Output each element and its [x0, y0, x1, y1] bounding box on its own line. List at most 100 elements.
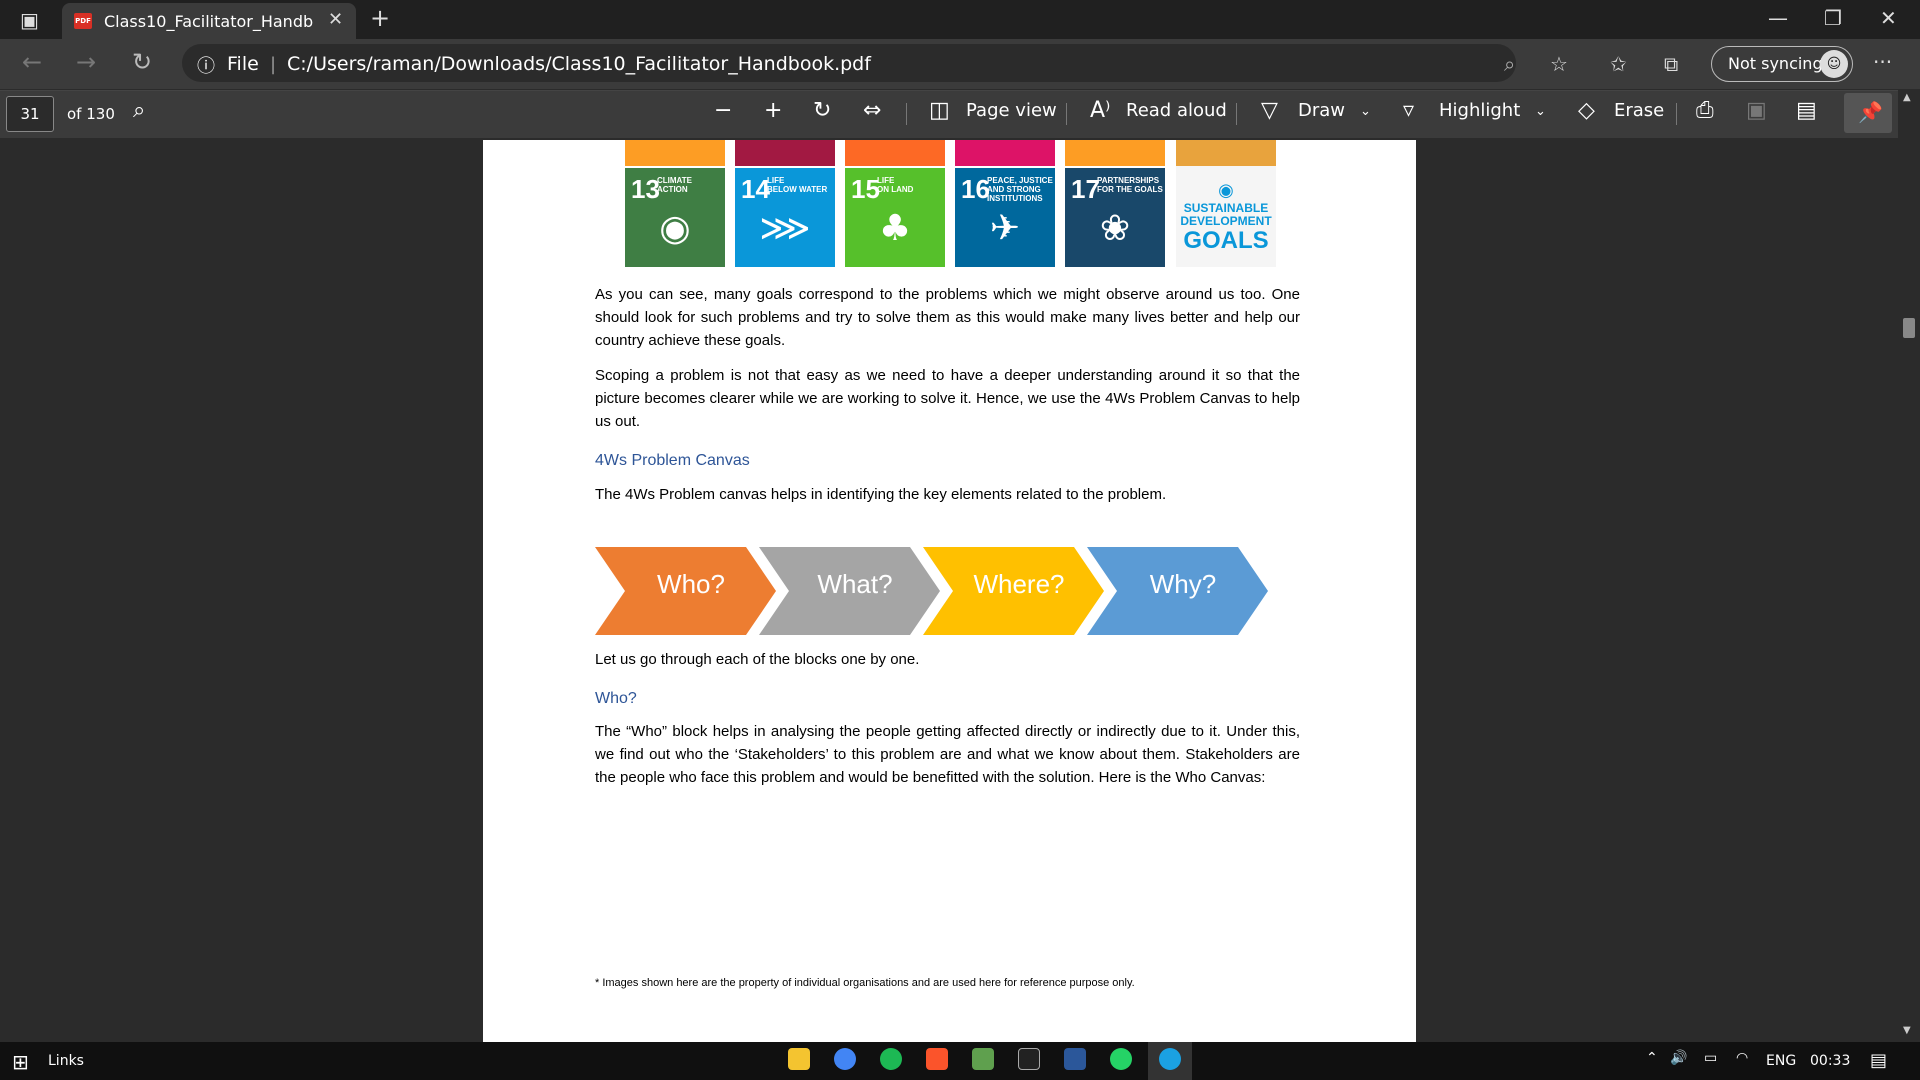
pin-icon: 📌 [1858, 100, 1883, 124]
search-icon[interactable]: ⌕ [133, 98, 145, 123]
add-favorite-icon[interactable]: ☆ [1550, 52, 1568, 76]
save-as-icon[interactable]: ▤ [1796, 98, 1817, 123]
eraser-icon[interactable]: ◇ [1578, 98, 1595, 123]
avatar: ☺ [1820, 50, 1848, 78]
restore-icon[interactable]: ❐ [1824, 6, 1842, 30]
read-aloud-icon[interactable]: A⁾ [1090, 98, 1110, 123]
highlight-icon[interactable]: ▿ [1403, 98, 1414, 123]
minimize-icon[interactable]: — [1768, 6, 1788, 30]
forward-icon[interactable]: → [76, 48, 96, 76]
collections-icon[interactable]: ⧉ [1664, 52, 1678, 76]
sdg-number: 13 [631, 174, 660, 204]
sdg-number: 17 [1071, 174, 1100, 204]
more-icon[interactable]: ··· [1873, 50, 1892, 74]
close-window-icon[interactable]: ✕ [1880, 6, 1897, 30]
close-tab-icon[interactable]: ✕ [328, 9, 343, 30]
sdg-label: PEACE, JUSTICE AND STRONG INSTITUTIONS [987, 176, 1053, 203]
sdg-label: LIFE BELOW WATER [767, 176, 828, 194]
chrome-icon[interactable] [834, 1048, 856, 1070]
whatsapp-icon[interactable] [1110, 1048, 1132, 1070]
zoom-in-icon[interactable]: + [764, 98, 782, 123]
spotify-icon[interactable] [880, 1048, 902, 1070]
sdg-tile-16: 16 PEACE, JUSTICE AND STRONG INSTITUTIONS… [955, 140, 1055, 267]
taskbar [0, 1042, 1920, 1080]
nodejs-icon[interactable] [972, 1048, 994, 1070]
paragraph: The “Who” block helps in analysing the p… [595, 723, 1300, 786]
scrollbar[interactable]: ▲ ▼ [1898, 90, 1920, 1042]
print-icon[interactable]: ⎙ [1696, 98, 1714, 123]
address-prefix: File [227, 53, 259, 75]
draw-button[interactable]: Draw [1298, 100, 1345, 121]
draw-icon[interactable]: ▽ [1261, 98, 1278, 123]
fit-page-icon[interactable]: ⇔ [863, 98, 881, 123]
word-icon[interactable] [1064, 1048, 1086, 1070]
paragraph: Scoping a problem is not that easy as we… [595, 367, 1300, 430]
sdg-tile-17: 17 PARTNERSHIPS FOR THE GOALS ❀ [1065, 140, 1165, 267]
divider [1236, 103, 1237, 125]
edge-taskbar-active[interactable] [1148, 1042, 1192, 1080]
dove-icon: ✈ [989, 208, 1021, 249]
file-explorer-icon[interactable] [788, 1048, 810, 1070]
sdg-logo-line3: GOALS [1183, 227, 1269, 254]
sdg-number: 14 [741, 174, 770, 204]
new-tab-icon[interactable]: + [370, 4, 390, 32]
earth-eye-icon: ◉ [659, 208, 691, 249]
brave-icon[interactable] [926, 1048, 948, 1070]
sdg-number: 15 [851, 174, 880, 204]
rotate-icon[interactable]: ↻ [813, 98, 831, 123]
chevron-down-icon[interactable]: ⌄ [1360, 104, 1371, 119]
page-total: of 130 [67, 105, 115, 123]
pdf-icon: PDF [74, 13, 92, 29]
pdf-page: 13 CLIMATE ACTION ◉ 14 LIFE BELOW WATER ⋙ 15 LI… [483, 140, 1416, 1042]
tab-actions-icon[interactable]: ▣ [20, 8, 39, 32]
scrollbar-thumb[interactable] [1903, 318, 1915, 338]
sync-label: Not syncing [1728, 54, 1823, 73]
terminal-icon[interactable] [1018, 1048, 1040, 1070]
page-view-icon[interactable]: ◫ [929, 98, 950, 123]
section-heading: Who? [595, 690, 637, 707]
divider [1676, 103, 1677, 125]
rings-icon: ❀ [1099, 208, 1131, 249]
sdg-logo-tile: ◉ SUSTAINABLE DEVELOPMENT GOALS [1176, 140, 1276, 267]
info-icon[interactable]: ⓘ [197, 52, 215, 78]
why-label: Why? [1150, 569, 1216, 599]
tab-title: Class10_Facilitator_Handbook.pd [104, 12, 314, 31]
zoom-icon[interactable]: ⌕ [1504, 52, 1515, 76]
tray-chevron-icon[interactable]: ⌃ [1646, 1050, 1658, 1066]
sdg-tile-top [955, 140, 1055, 166]
sdg-tile-13: 13 CLIMATE ACTION ◉ [625, 140, 725, 267]
back-icon[interactable]: ← [22, 48, 42, 76]
paragraph: Let us go through each of the blocks one… [595, 651, 920, 668]
url-text[interactable]: C:/Users/raman/Downloads/Class10_Facilit… [287, 53, 871, 75]
battery-icon[interactable]: ▭ [1704, 1050, 1717, 1066]
address-divider: | [270, 54, 277, 75]
highlight-button[interactable]: Highlight [1439, 100, 1520, 121]
sdg-number: 16 [961, 174, 990, 204]
tab-pdf[interactable]: PDF Class10_Facilitator_Handbook.pd ✕ [62, 3, 356, 39]
profile-sync-button[interactable]: Not syncing ☺ [1711, 46, 1853, 82]
chevron-down-icon[interactable]: ⌄ [1535, 104, 1546, 119]
zoom-out-icon[interactable]: − [714, 98, 732, 123]
where-label: Where? [973, 569, 1064, 599]
refresh-icon[interactable]: ↻ [132, 48, 152, 76]
scroll-down-icon[interactable]: ▼ [1903, 1025, 1911, 1036]
erase-button[interactable]: Erase [1614, 100, 1664, 121]
pin-toolbar-button[interactable]: 📌 [1844, 93, 1892, 133]
notification-icon[interactable]: ▤ [1870, 1050, 1887, 1071]
un-emblem-icon: ◉ [1218, 180, 1234, 201]
favorites-icon[interactable]: ✩ [1610, 52, 1627, 76]
links-toolbar[interactable]: Links [48, 1053, 84, 1069]
read-aloud-button[interactable]: Read aloud [1126, 100, 1227, 121]
scroll-up-icon[interactable]: ▲ [1903, 92, 1911, 103]
four-ws-diagram: Who? What? Where? Why? [595, 547, 1268, 635]
sdg-tile-top [625, 140, 725, 166]
clock[interactable]: 00:33 [1810, 1053, 1850, 1069]
edge-icon [1159, 1048, 1181, 1070]
save-icon: ▣ [1746, 98, 1767, 123]
page-view-button[interactable]: Page view [966, 100, 1057, 121]
language-indicator[interactable]: ENG [1766, 1053, 1796, 1069]
page-number-input[interactable]: 31 [6, 96, 54, 132]
volume-icon[interactable]: 🔊 [1670, 1050, 1687, 1066]
wifi-icon[interactable]: ◠ [1736, 1050, 1748, 1066]
windows-start-icon[interactable]: ⊞ [12, 1050, 29, 1074]
